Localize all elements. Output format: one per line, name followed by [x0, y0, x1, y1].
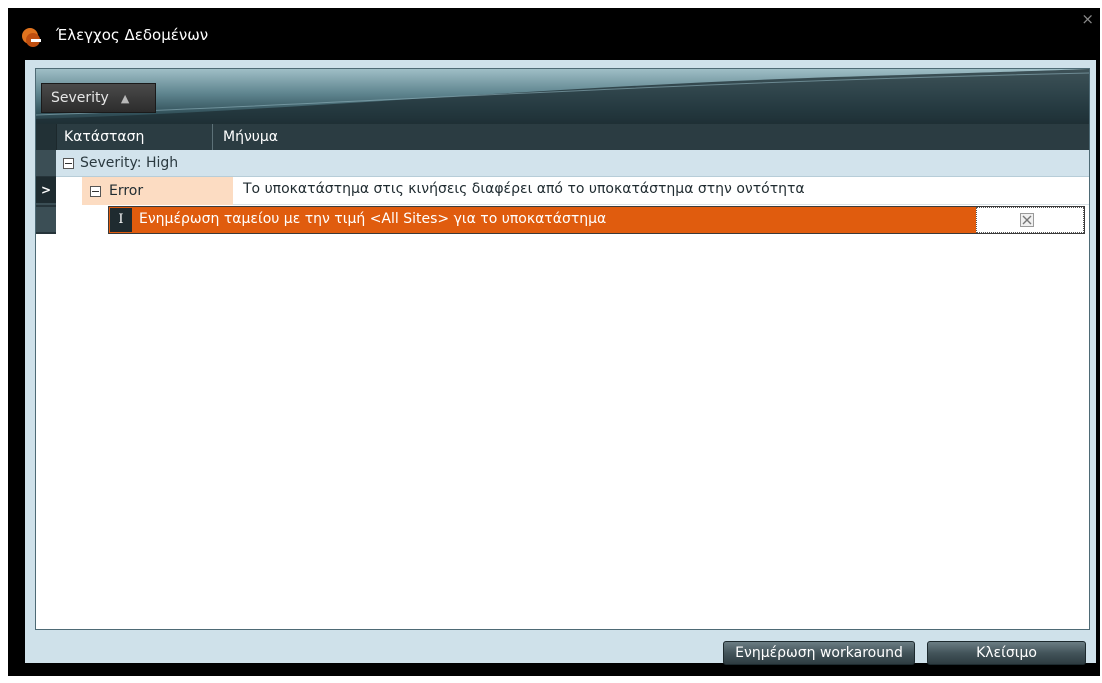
close-icon[interactable]: ×	[1081, 12, 1094, 27]
workaround-row[interactable]: I Ενημέρωση ταμείου με την τιμή <All Sit…	[56, 206, 1089, 234]
group-by-panel: Severity ▲	[36, 69, 1089, 124]
row-selector-column: >	[36, 150, 56, 234]
data-check-dialog: Έλεγχος Δεδομένων × Severity ▲ Κατάσταση …	[8, 8, 1100, 676]
text-cursor-icon: I	[110, 208, 132, 232]
status-label: Error	[109, 183, 144, 199]
group-panel-swoosh	[36, 69, 1089, 124]
message-cell[interactable]: Το υποκατάστημα στις κινήσεις διαφέρει α…	[233, 177, 1089, 205]
update-workaround-button[interactable]: Ενημέρωση workaround	[723, 641, 915, 665]
group-chip-label: Severity	[51, 90, 109, 106]
window-title: Έλεγχος Δεδομένων	[56, 26, 209, 44]
group-chip-severity[interactable]: Severity ▲	[41, 83, 156, 113]
close-button[interactable]: Κλείσιμο	[927, 641, 1086, 665]
column-header-status[interactable]: Κατάσταση	[56, 124, 213, 150]
current-row-indicator-icon: >	[36, 177, 56, 203]
table-row-error[interactable]: Error Το υποκατάστημα στις κινήσεις διαφ…	[56, 177, 1089, 205]
row-divider	[36, 232, 56, 234]
clear-x-icon[interactable]	[1020, 213, 1034, 227]
group-row-severity-high[interactable]: Severity: High	[56, 150, 1089, 177]
sort-ascending-icon: ▲	[120, 92, 130, 105]
collapse-icon[interactable]	[63, 158, 74, 169]
row-indent	[56, 177, 81, 205]
workaround-text: Ενημέρωση ταμείου με την τιμή <All Sites…	[139, 211, 607, 227]
collapse-icon[interactable]	[90, 186, 101, 197]
header-indent	[36, 124, 57, 150]
dialog-content: Severity ▲ Κατάσταση Μήνυμα > Severity: H…	[25, 60, 1096, 665]
row-divider	[36, 205, 56, 207]
workaround-text-field[interactable]: I Ενημέρωση ταμείου με την τιμή <All Sit…	[109, 207, 976, 233]
column-header-row: Κατάσταση Μήνυμα	[36, 124, 1089, 150]
clear-button[interactable]	[976, 207, 1084, 233]
status-cell[interactable]: Error	[82, 177, 233, 205]
row-indent	[56, 206, 107, 234]
workaround-editor[interactable]: I Ενημέρωση ταμείου με την τιμή <All Sit…	[108, 206, 1085, 234]
title-bar: Έλεγχος Δεδομένων ×	[8, 8, 1100, 56]
group-row-label: Severity: High	[80, 155, 179, 171]
validation-grid: Severity ▲ Κατάσταση Μήνυμα > Severity: H…	[35, 68, 1090, 630]
app-logo-icon	[22, 28, 41, 47]
column-header-message[interactable]: Μήνυμα	[213, 124, 1089, 150]
